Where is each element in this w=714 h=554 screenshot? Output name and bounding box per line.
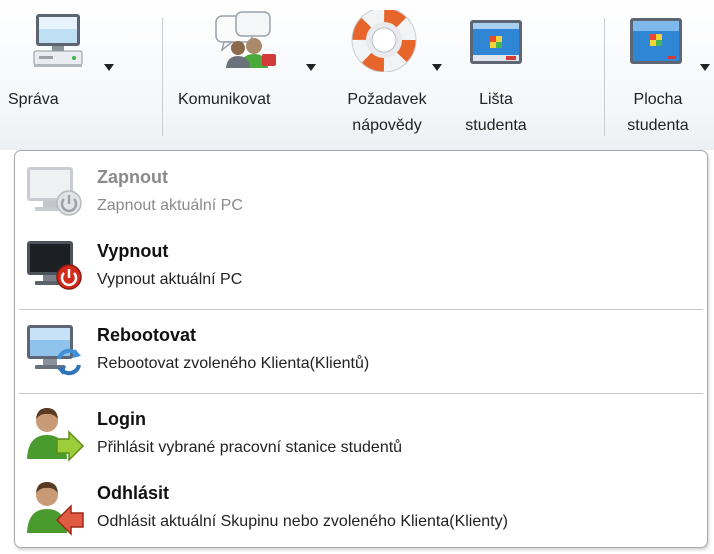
chat-users-icon (174, 10, 324, 72)
lista-label-line2: studenta (465, 117, 527, 134)
plocha-label-line2: studenta (627, 117, 689, 134)
rebootovat-description: Rebootovat zvoleného Klienta(Klientů) (97, 355, 370, 372)
login-title: Login (97, 409, 146, 429)
lista-studenta-button[interactable]: Lišta studenta (448, 10, 544, 138)
sprava-button[interactable]: Správa (8, 10, 114, 112)
menu-divider (19, 309, 703, 310)
odhlasit-title: Odhlásit (97, 483, 170, 503)
menu-item-zapnout: Zapnout Zapnout aktuální PC (15, 155, 707, 229)
menu-item-rebootovat[interactable]: Rebootovat Rebootovat zvoleného Klienta(… (15, 313, 707, 387)
reboot-icon (23, 321, 85, 379)
student-taskbar-icon (448, 10, 544, 72)
zapnout-title: Zapnout (97, 167, 168, 187)
toolbar-separator (604, 18, 605, 136)
pozadavek-label-line2: nápovědy (352, 117, 422, 134)
lista-label-line1: Lišta (479, 91, 513, 108)
login-description: Přihlásit vybrané pracovní stanice stude… (97, 439, 403, 456)
toolbar-separator (162, 18, 163, 136)
vypnout-description: Vypnout aktuální PC (97, 271, 243, 288)
ribbon-toolbar: Správa Komunikovat Požadavek nápovědy Li… (0, 0, 714, 150)
power-dropdown-menu: Zapnout Zapnout aktuální PC Vypnout Vypn… (14, 150, 708, 548)
vypnout-title: Vypnout (97, 241, 169, 261)
computer-management-icon (22, 10, 114, 72)
rebootovat-title: Rebootovat (97, 325, 196, 345)
komunikovat-dropdown-arrow[interactable] (306, 64, 316, 71)
plocha-label-line1: Plocha (633, 91, 683, 108)
odhlasit-description: Odhlásit aktuální Skupinu nebo zvoleného… (97, 513, 508, 530)
power-on-icon (23, 163, 85, 221)
menu-item-odhlasit[interactable]: Odhlásit Odhlásit aktuální Skupinu nebo … (15, 471, 707, 545)
logout-icon (23, 479, 85, 537)
sprava-label: Správa (8, 91, 59, 108)
zapnout-description: Zapnout aktuální PC (97, 197, 243, 214)
login-icon (23, 405, 85, 463)
pozadavek-napovedy-button[interactable]: Požadavek nápovědy (328, 7, 446, 138)
plocha-studenta-button[interactable]: Plocha studenta (612, 10, 710, 138)
shutdown-icon (23, 237, 85, 295)
sprava-dropdown-arrow[interactable] (104, 64, 114, 71)
komunikovat-button[interactable]: Komunikovat (174, 10, 324, 112)
pozadavek-dropdown-arrow[interactable] (432, 64, 442, 71)
student-desktop-icon (612, 10, 710, 72)
komunikovat-label: Komunikovat (178, 91, 271, 108)
plocha-dropdown-arrow[interactable] (700, 64, 710, 71)
lifebuoy-help-icon (328, 7, 446, 73)
pozadavek-label-line1: Požadavek (347, 91, 427, 108)
menu-divider (19, 393, 703, 394)
menu-item-login[interactable]: Login Přihlásit vybrané pracovní stanice… (15, 397, 707, 471)
menu-item-vypnout[interactable]: Vypnout Vypnout aktuální PC (15, 229, 707, 303)
